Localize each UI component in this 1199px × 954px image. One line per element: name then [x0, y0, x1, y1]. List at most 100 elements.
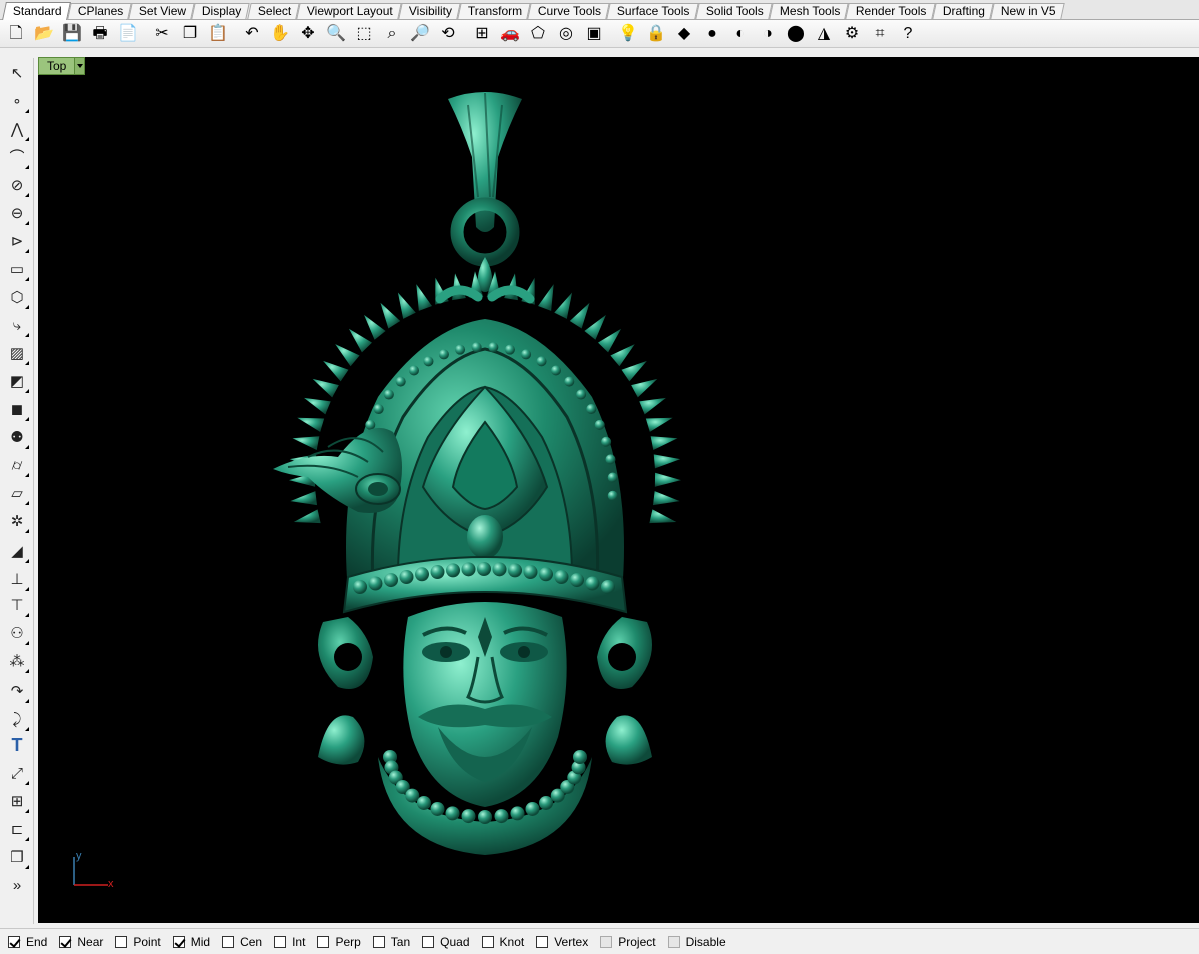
curve-cv-icon[interactable]: ⌒	[4, 144, 30, 170]
osnap-checkbox[interactable]	[317, 935, 330, 948]
trim-icon[interactable]: ⊥	[4, 566, 30, 592]
offset-curve-icon[interactable]: ⤸	[4, 706, 30, 732]
zoom-window-icon[interactable]: ⬚	[352, 22, 376, 46]
osnap-disable[interactable]: Disable	[667, 935, 726, 949]
properties-page-icon[interactable]: 📄	[116, 22, 140, 46]
circle-icon[interactable]: ⊘	[4, 172, 30, 198]
polygon-icon[interactable]: ⬡	[4, 284, 30, 310]
render-icon[interactable]: ⬤	[784, 22, 808, 46]
dimension-icon[interactable]: ⊏	[4, 816, 30, 842]
save-icon[interactable]: 💾	[60, 22, 84, 46]
group-icon[interactable]: ⁂	[4, 648, 30, 674]
text-icon[interactable]: T	[4, 732, 30, 758]
osnap-tan[interactable]: Tan	[372, 935, 410, 949]
osnap-checkbox[interactable]	[8, 935, 20, 948]
tab-cplanes[interactable]: CPlanes	[67, 3, 132, 19]
mesh-plane-icon[interactable]: ▱	[4, 480, 30, 506]
surface-corners-icon[interactable]: ▨	[4, 340, 30, 366]
ellipse-icon[interactable]: ⊖	[4, 200, 30, 226]
osnap-checkbox[interactable]	[115, 935, 128, 948]
lights-icon[interactable]: 💡	[616, 22, 640, 46]
join-icon[interactable]: ⊤	[4, 592, 30, 618]
osnap-checkbox[interactable]	[222, 935, 235, 948]
tab-transform[interactable]: Transform	[457, 3, 531, 19]
tab-new-in-v5[interactable]: New in V5	[989, 3, 1065, 19]
tab-curve-tools[interactable]: Curve Tools	[527, 3, 610, 19]
tab-set-view[interactable]: Set View	[128, 3, 195, 19]
osnap-checkbox[interactable]	[481, 935, 494, 948]
tab-standard[interactable]: Standard	[2, 2, 71, 20]
osnap-perp[interactable]: Perp	[317, 935, 361, 949]
tab-mesh-tools[interactable]: Mesh Tools	[768, 3, 849, 19]
analyze-icon[interactable]: ◮	[812, 22, 836, 46]
curve-fillet-icon[interactable]: ⤷	[4, 312, 30, 338]
copy-icon[interactable]: ❐	[178, 22, 202, 46]
osnap-cen[interactable]: Cen	[222, 935, 262, 949]
tab-visibility[interactable]: Visibility	[398, 3, 461, 19]
cylinder-icon[interactable]: ⌭	[4, 452, 30, 478]
polyline-icon[interactable]: ⋀	[4, 116, 30, 142]
osnap-int[interactable]: Int	[274, 935, 305, 949]
viewport-title-tab[interactable]: Top	[38, 57, 86, 75]
tab-select[interactable]: Select	[246, 3, 300, 19]
osnap-end[interactable]: End	[8, 935, 47, 949]
viewport-title[interactable]: Top	[39, 58, 74, 74]
pan-hand-icon[interactable]: ✋	[268, 22, 292, 46]
scale-icon[interactable]: ⤢	[4, 760, 30, 786]
osnap-checkbox[interactable]	[274, 935, 287, 948]
osnap-quad[interactable]: Quad	[422, 935, 470, 949]
undo-icon[interactable]: ↶	[240, 22, 264, 46]
array-icon[interactable]: ⊞	[4, 788, 30, 814]
tab-surface-tools[interactable]: Surface Tools	[606, 3, 699, 19]
osnap-point[interactable]: Point	[115, 935, 161, 949]
tab-solid-tools[interactable]: Solid Tools	[695, 3, 773, 19]
fillet-edge-icon[interactable]: ↷	[4, 678, 30, 704]
open-file-icon[interactable]: 📂	[32, 22, 56, 46]
osnap-vertex[interactable]: Vertex	[536, 935, 588, 949]
osnap-checkbox[interactable]	[667, 935, 680, 948]
tab-display[interactable]: Display	[191, 3, 251, 19]
osnap-checkbox[interactable]	[172, 935, 185, 948]
render-gear-icon[interactable]: ✲	[4, 508, 30, 534]
osnap-mid[interactable]: Mid	[172, 935, 210, 949]
rectangle-icon[interactable]: ▭	[4, 256, 30, 282]
paste-icon[interactable]: 📋	[206, 22, 230, 46]
layers-icon[interactable]: ◆	[672, 22, 696, 46]
zoom-dynamic-icon[interactable]: 🔍	[324, 22, 348, 46]
color-wheel-icon[interactable]: ●	[700, 22, 724, 46]
top-viewport[interactable]: Top y x	[38, 57, 1199, 923]
options-gear-icon[interactable]: ⚙	[840, 22, 864, 46]
osnap-checkbox[interactable]	[372, 935, 385, 948]
tab-viewport-layout[interactable]: Viewport Layout	[296, 3, 402, 19]
zoom-extents-icon[interactable]: ⌕	[380, 22, 404, 46]
osnap-project[interactable]: Project	[600, 935, 656, 949]
osnap-checkbox[interactable]	[59, 935, 72, 948]
solid-box-3d-icon[interactable]: ❒	[4, 844, 30, 870]
rendered-sphere-icon[interactable]: ◑	[756, 22, 780, 46]
four-viewports-icon[interactable]: ⊞	[470, 22, 494, 46]
viewport-menu-arrow-icon[interactable]	[74, 58, 85, 74]
help-icon[interactable]: ?	[896, 22, 920, 46]
tab-render-tools[interactable]: Render Tools	[845, 3, 936, 19]
point-icon[interactable]: ∘	[4, 88, 30, 114]
zoom-selected-icon[interactable]: 🔎	[408, 22, 432, 46]
more-icon[interactable]: »	[4, 872, 30, 898]
osnap-near[interactable]: Near	[59, 935, 103, 949]
named-view-car-icon[interactable]: 🚗	[498, 22, 522, 46]
cplane-icon[interactable]: ⬠	[526, 22, 550, 46]
extrude-surface-icon[interactable]: ◩	[4, 368, 30, 394]
explode-icon[interactable]: ⚇	[4, 620, 30, 646]
osnap-checkbox[interactable]	[422, 935, 435, 948]
osnap-checkbox[interactable]	[536, 935, 549, 948]
box-solid-icon[interactable]: ◼	[4, 396, 30, 422]
select-arrow-icon[interactable]: ↖	[4, 60, 30, 86]
new-file-icon[interactable]: 🗋	[4, 22, 28, 46]
lock-icon[interactable]: 🔒	[644, 22, 668, 46]
split-icon[interactable]: ◢	[4, 538, 30, 564]
rotate-view-icon[interactable]: ✥	[296, 22, 320, 46]
dimension-icon[interactable]: ⌗	[868, 22, 892, 46]
print-icon[interactable]: 🖶	[88, 22, 112, 46]
select-filter-icon[interactable]: ▣	[582, 22, 606, 46]
arc-icon[interactable]: ⊳	[4, 228, 30, 254]
tab-drafting[interactable]: Drafting	[931, 3, 994, 19]
